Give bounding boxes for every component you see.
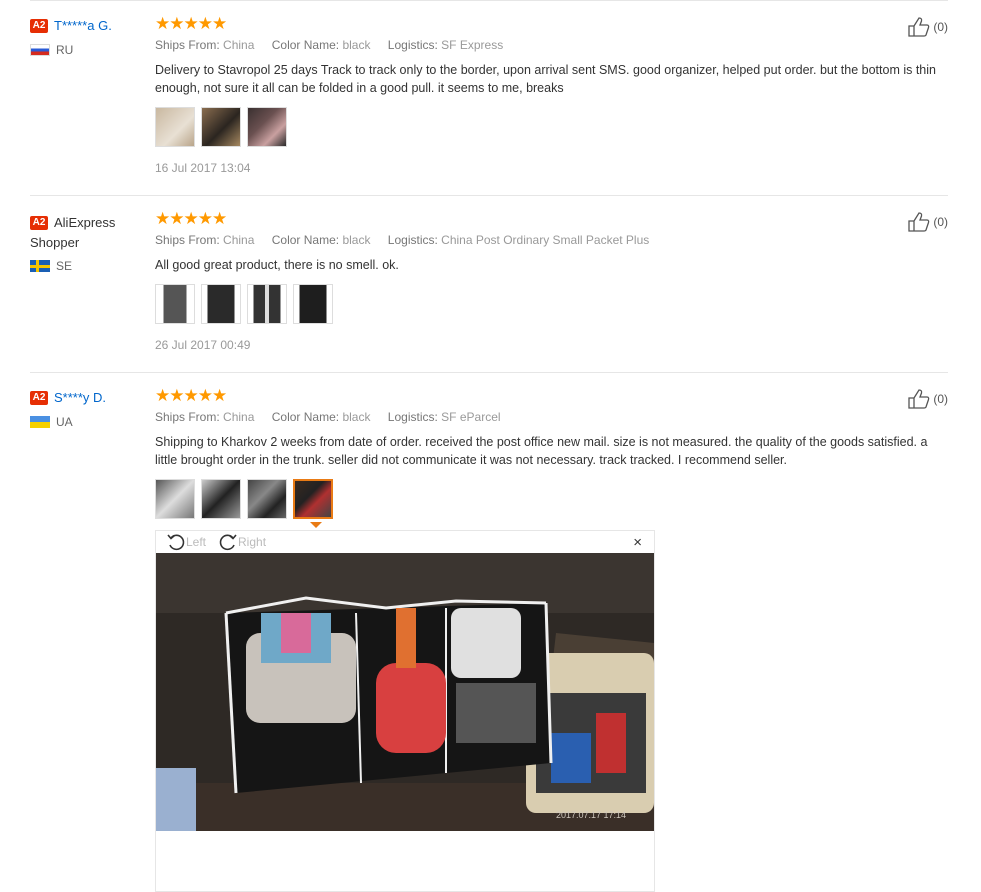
logistics-value: China Post Ordinary Small Packet Plus <box>441 233 650 247</box>
logistics-value: SF Express <box>441 38 504 52</box>
flag-ru-icon <box>30 44 50 57</box>
photo-thumbnail[interactable] <box>201 107 241 147</box>
photo-thumbnail[interactable] <box>201 284 241 324</box>
star-rating: ★★★★★ <box>155 14 227 33</box>
viewer-toolbar: Left Right × <box>156 531 654 553</box>
review-date: 26 Jul 2017 00:49 <box>155 338 251 352</box>
selected-thumb-pointer <box>310 522 322 528</box>
level-badge: A2 <box>30 215 48 230</box>
ships-from-label: Ships From: <box>155 410 220 424</box>
reviewer-country: UA <box>30 415 148 429</box>
star-rating: ★★★★★ <box>155 209 227 228</box>
country-code: SE <box>56 259 73 274</box>
photo-timestamp: 2017.07.17 17:14 <box>556 810 626 820</box>
star-rating: ★★★★★ <box>155 386 227 405</box>
photo-viewer: Left Right × 2017.07.17 17:14 <box>155 530 655 892</box>
review-photos <box>155 107 945 147</box>
rotate-left-icon <box>167 534 185 551</box>
color-label: Color Name: <box>271 233 340 247</box>
review-photos <box>155 284 945 324</box>
reviewer-country: SE <box>30 259 148 273</box>
country-code: RU <box>56 43 74 58</box>
level-badge: A2 <box>30 18 48 33</box>
flag-se-icon <box>30 260 50 273</box>
photo-thumbnail[interactable] <box>155 107 195 147</box>
helpful-button[interactable]: (0) <box>907 212 948 232</box>
rotate-left-button[interactable]: Left <box>166 533 206 551</box>
country-code: UA <box>56 415 73 430</box>
helpful-count: (0) <box>933 392 948 406</box>
color-value: black <box>342 38 371 52</box>
trunk-organizer-photo: 2017.07.17 17:14 <box>156 553 654 831</box>
review-item: A2 T*****a G. RU ★★★★★ Ships From: China … <box>30 0 948 196</box>
reviewer-info: A2 AliExpress Shopper SE <box>30 212 148 273</box>
color-label: Color Name: <box>271 410 340 424</box>
review-photo-large: 2017.07.17 17:14 <box>156 553 654 831</box>
order-info: Ships From: China Color Name: black Logi… <box>155 38 945 52</box>
review-content: ★★★★★ Ships From: China Color Name: blac… <box>155 209 945 352</box>
logistics-label: Logistics: <box>387 410 438 424</box>
level-badge: A2 <box>30 390 48 405</box>
reviewer-country: RU <box>30 43 148 57</box>
photo-thumbnail-selected[interactable] <box>293 479 333 519</box>
color-value: black <box>342 233 371 247</box>
thumbs-up-icon <box>908 389 930 409</box>
close-icon[interactable]: × <box>633 534 642 551</box>
review-photos <box>155 479 945 519</box>
rotate-right-button[interactable]: Right <box>218 533 266 551</box>
review-content: ★★★★★ Ships From: China Color Name: blac… <box>155 386 945 519</box>
rotate-left-label: Left <box>186 535 207 549</box>
photo-thumbnail[interactable] <box>155 284 195 324</box>
review-text: All good great product, there is no smel… <box>155 258 399 272</box>
review-content: ★★★★★ Ships From: China Color Name: blac… <box>155 14 945 175</box>
review-date: 16 Jul 2017 13:04 <box>155 161 251 175</box>
logistics-value: SF eParcel <box>441 410 501 424</box>
order-info: Ships From: China Color Name: black Logi… <box>155 410 945 424</box>
review-text: Delivery to Stavropol 25 days Track to t… <box>155 63 936 95</box>
photo-thumbnail[interactable] <box>293 284 333 324</box>
photo-thumbnail[interactable] <box>201 479 241 519</box>
logistics-label: Logistics: <box>387 233 438 247</box>
photo-thumbnail[interactable] <box>247 284 287 324</box>
review-text: Shipping to Kharkov 2 weeks from date of… <box>155 435 928 467</box>
helpful-count: (0) <box>933 20 948 34</box>
ships-from-value: China <box>223 410 255 424</box>
photo-thumbnail[interactable] <box>247 107 287 147</box>
rotate-right-icon <box>219 534 237 551</box>
photo-thumbnail[interactable] <box>247 479 287 519</box>
ships-from-label: Ships From: <box>155 38 220 52</box>
rotate-right-label: Right <box>238 535 267 549</box>
review-item: A2 S****y D. UA ★★★★★ Ships From: China C… <box>30 372 948 892</box>
photo-thumbnail[interactable] <box>155 479 195 519</box>
flag-ua-icon <box>30 416 50 429</box>
helpful-button[interactable]: (0) <box>907 389 948 409</box>
thumbs-up-icon <box>908 17 930 37</box>
color-value: black <box>342 410 371 424</box>
ships-from-value: China <box>223 38 255 52</box>
review-item: A2 AliExpress Shopper SE ★★★★★ Ships From… <box>30 195 948 373</box>
color-label: Color Name: <box>271 38 340 52</box>
ships-from-value: China <box>223 233 255 247</box>
reviewer-info: A2 T*****a G. RU <box>30 17 148 57</box>
reviewer-name[interactable]: S****y D. <box>54 390 106 405</box>
logistics-label: Logistics: <box>387 38 438 52</box>
helpful-count: (0) <box>933 215 948 229</box>
helpful-button[interactable]: (0) <box>907 17 948 37</box>
order-info: Ships From: China Color Name: black Logi… <box>155 233 945 247</box>
ships-from-label: Ships From: <box>155 233 220 247</box>
reviewer-info: A2 S****y D. UA <box>30 389 148 429</box>
thumbs-up-icon <box>908 212 930 232</box>
reviewer-name[interactable]: T*****a G. <box>54 18 112 33</box>
